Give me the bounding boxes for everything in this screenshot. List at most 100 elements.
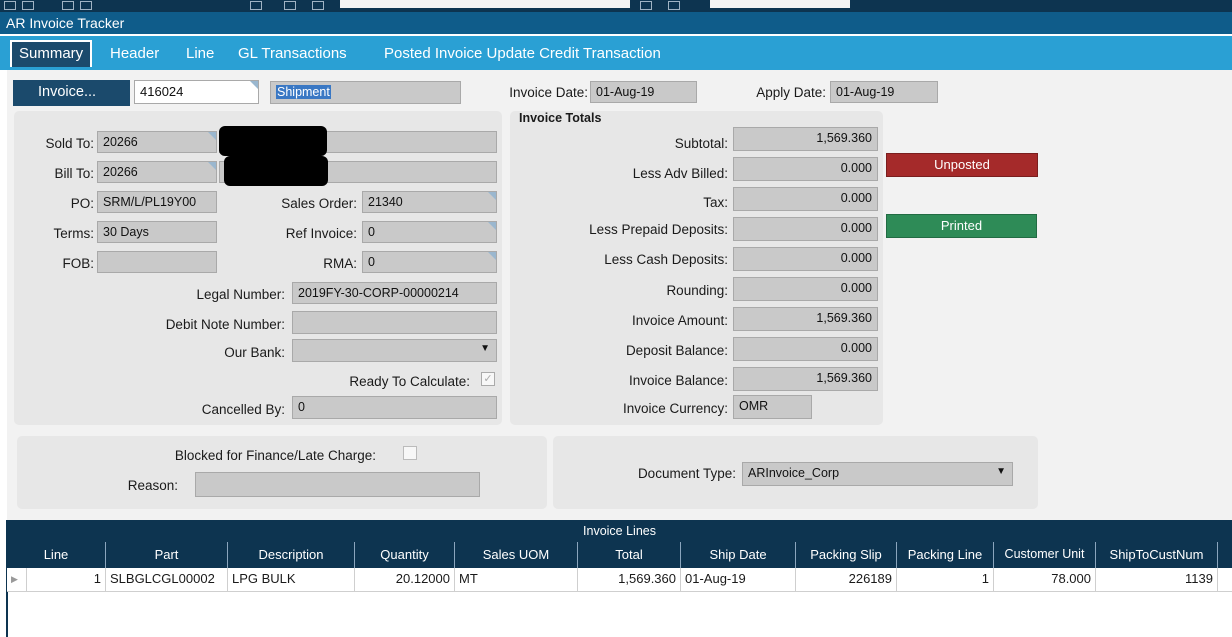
lookup-indicator-icon — [488, 192, 496, 200]
column-header-description[interactable]: Description — [228, 542, 355, 568]
ref-invoice-label: Ref Invoice: — [285, 226, 357, 241]
invoice-date-field[interactable]: 01-Aug-19 — [590, 81, 697, 103]
apply-date-label: Apply Date: — [756, 85, 826, 100]
column-header-packing-line[interactable]: Packing Line — [897, 542, 994, 568]
bill-to-value: 20266 — [103, 165, 138, 179]
ready-to-calc-checkbox[interactable]: ✓ — [481, 372, 495, 386]
refresh-icon[interactable] — [62, 1, 74, 10]
tab-line[interactable]: Line — [186, 45, 214, 62]
column-header-total[interactable]: Total — [578, 542, 681, 568]
document-type-dropdown[interactable]: ARInvoice_Corp ▼ — [742, 462, 1013, 486]
redacted-bill-to-name — [224, 156, 328, 186]
invoice-date-label: Invoice Date: — [509, 85, 588, 100]
po-label: PO: — [70, 196, 94, 211]
chevron-down-icon: ▼ — [996, 466, 1006, 477]
lookup-indicator-icon — [488, 222, 496, 230]
invoice-amount-field: 1,569.360 — [733, 307, 878, 331]
subtotal-label: Subtotal: — [674, 136, 728, 151]
reason-label: Reason: — [127, 478, 178, 493]
invoice-search-button[interactable]: Invoice... — [13, 80, 130, 106]
ref-invoice-field[interactable]: 0 — [362, 221, 497, 243]
cell-ship-date[interactable]: 01-Aug-19 — [681, 568, 796, 592]
sales-order-field[interactable]: 21340 — [362, 191, 497, 213]
fob-field[interactable] — [97, 251, 217, 273]
column-header-part[interactable]: Part — [106, 542, 228, 568]
sold-to-field[interactable]: 20266 — [97, 131, 217, 153]
less-prepaid-deposits-label: Less Prepaid Deposits: — [589, 222, 728, 237]
shipment-field[interactable]: Shipment — [270, 81, 461, 104]
blocked-late-charge-checkbox[interactable] — [403, 446, 417, 460]
lookup-indicator-icon — [488, 252, 496, 260]
last-record-icon[interactable] — [668, 1, 680, 10]
less-prepaid-deposits-field: 0.000 — [733, 217, 878, 241]
record-navigation-field[interactable] — [340, 0, 630, 8]
cell-sales-uom[interactable]: MT — [455, 568, 578, 592]
legal-number-label: Legal Number: — [196, 287, 285, 302]
next-record-icon[interactable] — [640, 1, 652, 10]
lookup-indicator-icon — [208, 132, 216, 140]
bill-to-field[interactable]: 20266 — [97, 161, 217, 183]
cell-packing-line[interactable]: 1 — [897, 568, 994, 592]
tab-gl-transactions[interactable]: GL Transactions — [238, 45, 347, 62]
cancelled-by-field[interactable]: 0 — [292, 396, 497, 419]
printed-status-badge: Printed — [886, 214, 1037, 238]
document-type-label: Document Type: — [637, 466, 736, 481]
first-record-icon[interactable] — [284, 1, 296, 10]
deposit-balance-field: 0.000 — [733, 337, 878, 361]
invoice-currency-label: Invoice Currency: — [622, 401, 728, 416]
column-header-ship-date[interactable]: Ship Date — [681, 542, 796, 568]
column-header-customer-unit[interactable]: Customer Unit — [994, 542, 1096, 568]
terms-label: Terms: — [53, 226, 95, 241]
document-type-value: ARInvoice_Corp — [748, 466, 840, 480]
sold-to-label: Sold To: — [45, 136, 94, 151]
cell-customer-unit[interactable]: 78.000 — [994, 568, 1096, 592]
column-header-quantity[interactable]: Quantity — [355, 542, 455, 568]
cell-shiptocustnum[interactable]: 1139 — [1096, 568, 1218, 592]
cell-description[interactable]: LPG BULK — [228, 568, 355, 592]
tab-bar: Summary Header Line GL Transactions Post… — [0, 36, 1232, 70]
invoice-amount-label: Invoice Amount: — [631, 313, 728, 328]
lookup-indicator-icon — [250, 81, 258, 89]
column-header-line[interactable]: Line — [7, 542, 106, 568]
grid-icon[interactable] — [250, 1, 262, 10]
cell-quantity[interactable]: 20.12000 — [355, 568, 455, 592]
rounding-label: Rounding: — [666, 283, 728, 298]
terms-field[interactable]: 30 Days — [97, 221, 217, 243]
less-cash-deposits-field: 0.000 — [733, 247, 878, 271]
rma-field[interactable]: 0 — [362, 251, 497, 273]
previous-record-icon[interactable] — [312, 1, 324, 10]
debit-note-field[interactable] — [292, 311, 497, 334]
column-header-packing-slip[interactable]: Packing Slip — [796, 542, 897, 568]
po-field[interactable]: SRM/L/PL19Y00 — [97, 191, 217, 213]
invoice-number-field[interactable]: 416024 — [134, 80, 259, 104]
tab-header[interactable]: Header — [110, 45, 159, 62]
cell-more[interactable] — [1218, 568, 1232, 592]
cell-packing-slip[interactable]: 226189 — [796, 568, 897, 592]
column-header-shiptocustnum[interactable]: ShipToCustNum — [1096, 542, 1218, 568]
fob-label: FOB: — [62, 256, 94, 271]
reason-field[interactable] — [195, 472, 480, 497]
column-header-more[interactable] — [1218, 542, 1232, 568]
tab-posted-invoice-update[interactable]: Posted Invoice Update Credit Transaction — [384, 45, 661, 62]
cell-total[interactable]: 1,569.360 — [578, 568, 681, 592]
legal-number-field[interactable]: 2019FY-30-CORP-00000214 — [292, 282, 497, 304]
column-header-sales-uom[interactable]: Sales UOM — [455, 542, 578, 568]
invoice-number-value: 416024 — [140, 84, 184, 99]
rounding-field: 0.000 — [733, 277, 878, 301]
ready-to-calc-label: Ready To Calculate: — [349, 374, 470, 389]
tax-field: 0.000 — [733, 187, 878, 211]
tab-summary[interactable]: Summary — [10, 40, 93, 67]
cell-line[interactable]: 1 — [27, 568, 106, 592]
apply-date-field[interactable]: 01-Aug-19 — [830, 81, 938, 103]
cell-part[interactable]: SLBGLCGL00002 — [106, 568, 228, 592]
row-selector-icon[interactable]: ▶ — [7, 568, 27, 592]
edit-icon[interactable] — [22, 1, 34, 10]
copy-icon[interactable] — [80, 1, 92, 10]
invoice-currency-field: OMR — [733, 395, 812, 419]
shipment-text: Shipment — [276, 85, 331, 99]
window-title: AR Invoice Tracker — [0, 12, 1232, 34]
tool-icon[interactable] — [4, 1, 16, 10]
ref-invoice-value: 0 — [368, 225, 375, 239]
our-bank-dropdown[interactable]: ▼ — [292, 339, 497, 362]
invoice-totals-title: Invoice Totals — [519, 111, 602, 125]
